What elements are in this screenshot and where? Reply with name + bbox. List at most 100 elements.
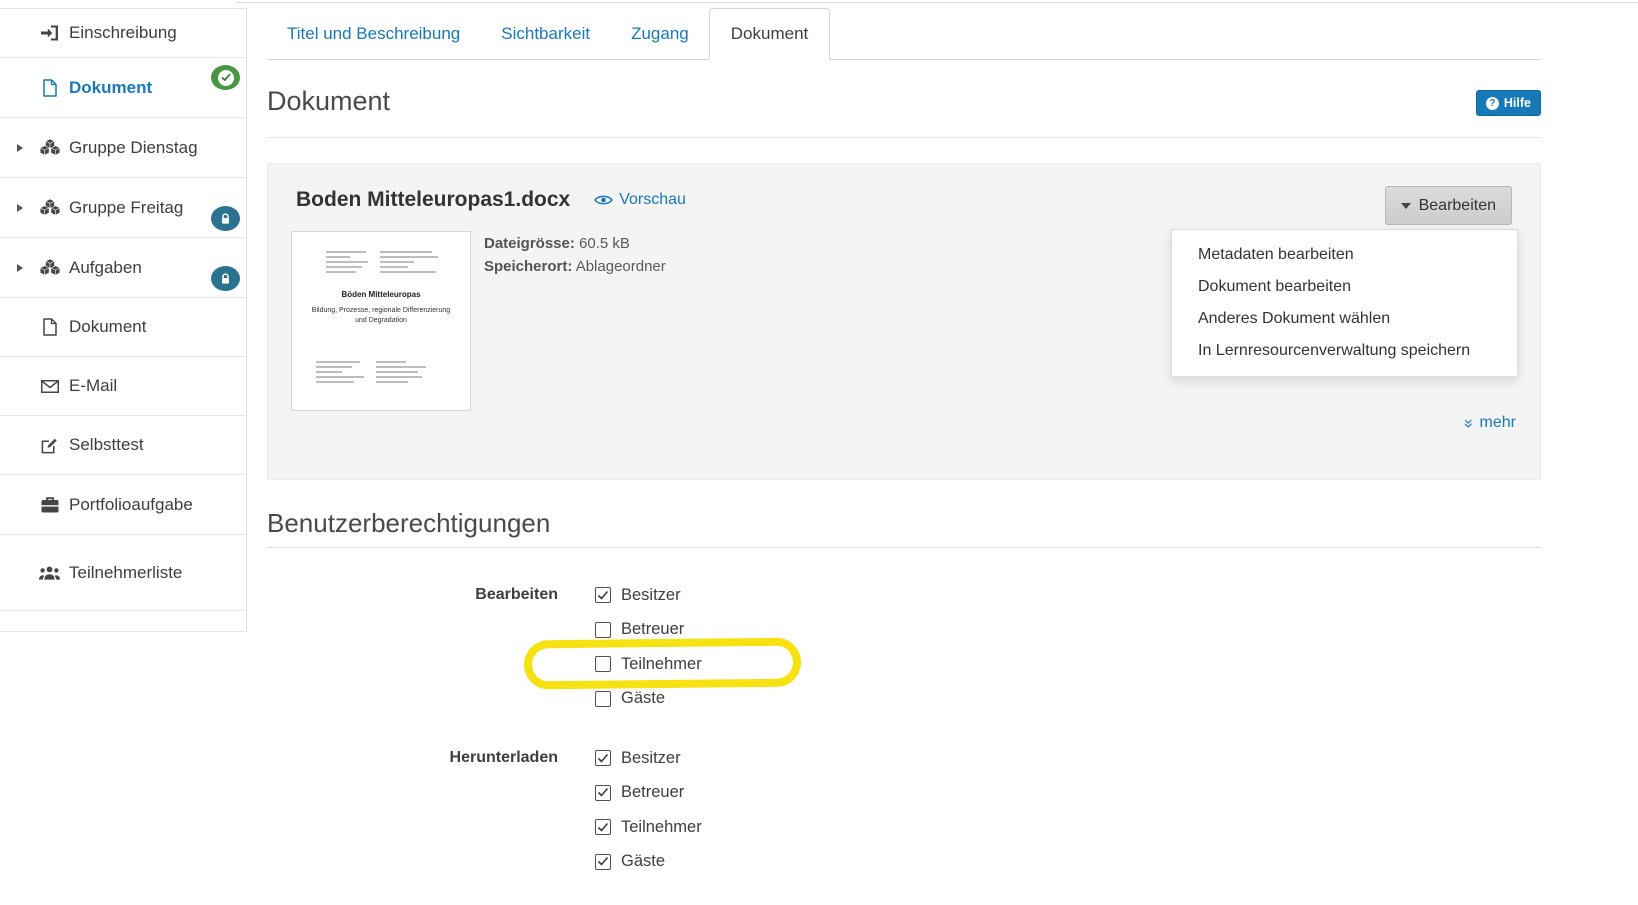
completed-badge [211,65,240,90]
tab-label[interactable]: Sichtbarkeit [501,24,590,44]
location-value: Ablageordner [576,258,666,275]
cubes-icon [38,139,61,156]
filesize-row: Dateigrösse: 60.5 kB [484,232,666,255]
caret-right-icon [17,264,23,272]
more-link[interactable]: » mehr [1465,414,1516,432]
checkbox-herunterladen-teilnehmer[interactable] [595,819,611,835]
option-row-herunterladen-gaeste: Gäste [595,845,702,880]
checkbox-herunterladen-besitzer[interactable] [595,750,611,766]
angle-double-down-icon: » [1461,418,1478,427]
permission-group-label: Herunterladen [267,741,558,776]
help-button[interactable]: ? Hilfe [1476,90,1541,116]
preview-label: Vorschau [619,191,686,209]
sidebar-item-label: Aufgaben [69,258,142,278]
tab-bar: Titel und Beschreibung Sichtbarkeit Zugang… [267,8,1541,60]
sidebar-item-portfolioaufgabe[interactable]: Portfolioaufgabe [0,475,246,535]
tab-titel-und-beschreibung[interactable]: Titel und Beschreibung [287,8,460,59]
checkbox-bearbeiten-besitzer[interactable] [595,587,611,603]
caret-down-icon [1401,203,1411,209]
briefcase-icon [38,497,61,513]
menu-item-anderes-dokument-waehlen[interactable]: Anderes Dokument wählen [1172,303,1517,335]
location-label: Speicherort: [484,258,572,275]
option-label: Besitzer [621,749,681,768]
page-title: Dokument [267,84,390,118]
edit-dropdown-menu: Metadaten bearbeitenDokument bearbeitenA… [1171,229,1518,377]
edit-icon [38,437,61,454]
thumbnail-footer-lines [316,358,426,386]
sidebar-item-label: Teilnehmerliste [69,563,182,583]
sidebar-item-label: E-Mail [69,376,117,396]
file-icon [38,79,61,97]
sidebar-item-gruppe-dienstag[interactable]: Gruppe Dienstag [0,118,246,178]
sidebar-item-dokument[interactable]: Dokument [0,58,246,118]
edit-button-label: Bearbeiten [1419,197,1496,215]
sidebar-item-dokument[interactable]: Dokument [0,298,246,357]
menu-item-in-lernresourcenverwaltung-speichern[interactable]: In Lernresourcenverwaltung speichern [1172,335,1517,367]
sidebar-item-label: Portfolioaufgabe [69,495,193,515]
sidebar-item-selbsttest[interactable]: Selbsttest [0,416,246,475]
sidebar-item-label: Dokument [69,317,146,337]
edit-button[interactable]: Bearbeiten [1385,186,1512,225]
document-filename: Boden Mitteleuropas1.docx [296,188,570,212]
sidebar-item-aufgaben[interactable]: Aufgaben [0,238,246,298]
checkbox-herunterladen-betreuer[interactable] [595,785,611,801]
preview-link[interactable]: Vorschau [594,191,686,209]
eye-icon [594,194,613,206]
course-menu: EinschreibungDokumentGruppe DienstagGrup… [0,8,247,632]
option-row-bearbeiten-besitzer: Besitzer [595,578,702,613]
tab-label[interactable]: Zugang [631,24,689,44]
option-label: Gäste [621,689,665,708]
caret-right-icon [17,144,23,152]
sidebar-item-label: Gruppe Freitag [69,198,183,218]
permission-group-herunterladen: Herunterladen Besitzer Betreuer Teilnehmer G… [267,741,1541,879]
lock-badge [211,266,240,291]
sidebar-item-e-mail[interactable]: E-Mail [0,357,246,416]
option-label: Betreuer [621,620,684,639]
permissions-heading: Benutzerberechtigungen [267,506,550,540]
thumbnail-subtitle-2: und Degradation [292,316,470,326]
thumbnail-subtitle-1: Bildung, Prozesse, regionale Differenzie… [292,306,470,316]
tab-dokument[interactable]: Dokument [709,8,830,60]
permission-group-bearbeiten: Bearbeiten Besitzer Betreuer Teilnehmer Gäst… [267,578,1541,716]
screen: EinschreibungDokumentGruppe DienstagGrup… [0,0,1638,905]
checkbox-herunterladen-gaeste[interactable] [595,854,611,870]
file-icon [38,318,61,336]
sidebar-item-label: Gruppe Dienstag [69,138,198,158]
thumbnail-header-lines [326,248,438,276]
option-label: Besitzer [621,586,681,605]
sidebar-item-einschreibung[interactable]: Einschreibung [0,9,246,58]
permission-group-label: Bearbeiten [267,578,558,613]
tab-zugang[interactable]: Zugang [631,8,689,59]
filesize-value: 60.5 kB [579,235,630,252]
document-panel: Boden Mitteleuropas1.docx Vorschau [267,163,1541,480]
location-row: Speicherort: Ablageordner [484,255,666,278]
sidebar-item-gruppe-freitag[interactable]: Gruppe Freitag [0,178,246,238]
sign-in-icon [38,25,61,41]
permissions-form: Bearbeiten Besitzer Betreuer Teilnehmer Gäst… [267,578,1541,904]
sidebar-stub [0,611,246,632]
checkbox-bearbeiten-betreuer[interactable] [595,622,611,638]
cubes-icon [38,199,61,216]
section-divider [267,137,1541,138]
tab-label[interactable]: Dokument [731,24,808,44]
header-divider [237,2,1638,3]
checkbox-bearbeiten-gaeste[interactable] [595,691,611,707]
option-row-bearbeiten-gaeste: Gäste [595,682,702,717]
tab-label[interactable]: Titel und Beschreibung [287,24,460,44]
option-label: Betreuer [621,783,684,802]
menu-item-metadaten-bearbeiten[interactable]: Metadaten bearbeiten [1172,239,1517,271]
question-circle-icon: ? [1486,97,1499,110]
menu-item-dokument-bearbeiten[interactable]: Dokument bearbeiten [1172,271,1517,303]
option-label: Teilnehmer [621,655,702,674]
tab-sichtbarkeit[interactable]: Sichtbarkeit [501,8,590,59]
sidebar-item-teilnehmerliste[interactable]: Teilnehmerliste [0,535,246,611]
help-label: Hilfe [1504,96,1531,110]
more-label: mehr [1480,414,1516,432]
option-row-bearbeiten-betreuer: Betreuer [595,613,702,648]
option-label: Gäste [621,852,665,871]
option-row-bearbeiten-teilnehmer: Teilnehmer [595,647,702,682]
option-label: Teilnehmer [621,818,702,837]
sidebar-item-label: Selbsttest [69,435,144,455]
option-row-herunterladen-teilnehmer: Teilnehmer [595,810,702,845]
checkbox-bearbeiten-teilnehmer[interactable] [595,656,611,672]
